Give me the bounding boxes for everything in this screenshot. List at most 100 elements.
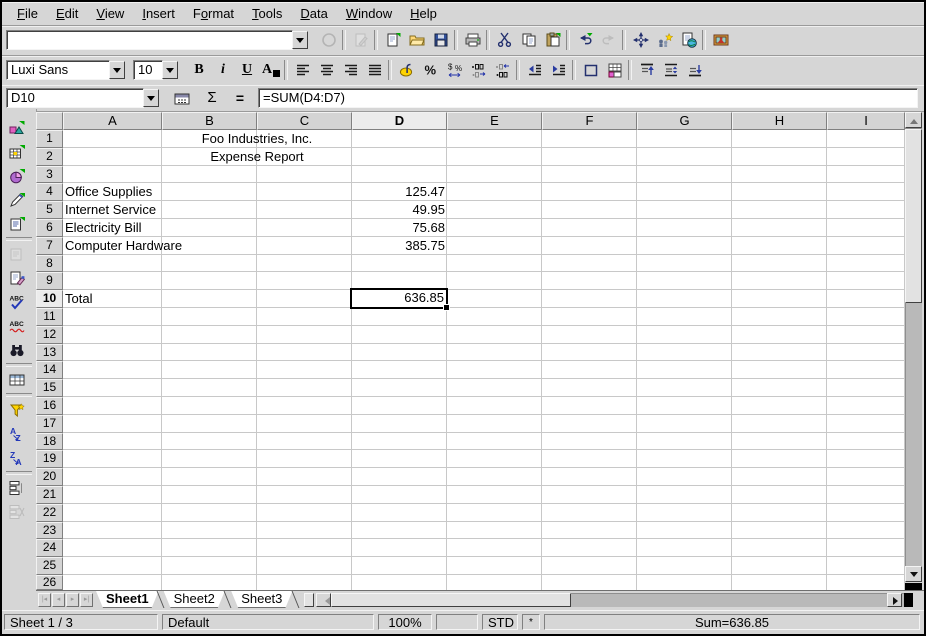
horizontal-split-handle[interactable] xyxy=(904,593,913,607)
column-header-G[interactable]: G xyxy=(637,112,732,130)
menu-edit[interactable]: Edit xyxy=(47,2,87,25)
row-header-13[interactable]: 13 xyxy=(36,344,63,362)
insert-icon[interactable] xyxy=(6,117,28,139)
align-justify-icon[interactable] xyxy=(364,59,386,81)
column-header-E[interactable]: E xyxy=(447,112,542,130)
insert-chart-icon[interactable] xyxy=(6,165,28,187)
row-header-3[interactable]: 3 xyxy=(36,166,63,184)
font-name-dropdown-button[interactable] xyxy=(109,61,125,79)
paste-icon[interactable] xyxy=(542,29,564,51)
group-icon[interactable] xyxy=(6,477,28,499)
row-header-9[interactable]: 9 xyxy=(36,272,63,290)
row-header-14[interactable]: 14 xyxy=(36,361,63,379)
scroll-down-button[interactable] xyxy=(905,566,922,582)
row-header-4[interactable]: 4 xyxy=(36,183,63,201)
url-dropdown-button[interactable] xyxy=(292,31,308,49)
menu-file[interactable]: File xyxy=(8,2,47,25)
column-header-H[interactable]: H xyxy=(732,112,827,130)
currency-icon[interactable] xyxy=(396,59,418,81)
equals-icon[interactable]: = xyxy=(228,88,252,108)
align-left-icon[interactable] xyxy=(292,59,314,81)
prev-sheet-button[interactable]: ◂ xyxy=(52,593,65,607)
select-all-corner[interactable] xyxy=(36,112,63,130)
menu-tools[interactable]: Tools xyxy=(243,2,291,25)
row-header-5[interactable]: 5 xyxy=(36,201,63,219)
sheet-tab-sheet3[interactable]: Sheet3 xyxy=(231,591,292,608)
row-header-1[interactable]: 1 xyxy=(36,130,63,148)
align-bottom-icon[interactable] xyxy=(684,59,706,81)
align-top-icon[interactable] xyxy=(636,59,658,81)
sum-panel[interactable]: Sum=636.85 xyxy=(544,614,920,630)
row-header-6[interactable]: 6 xyxy=(36,219,63,237)
percent-icon[interactable]: % xyxy=(420,59,442,81)
column-header-I[interactable]: I xyxy=(827,112,905,130)
autofilter-icon[interactable] xyxy=(6,399,28,421)
row-header-10[interactable]: 10 xyxy=(36,290,63,308)
menu-data[interactable]: Data xyxy=(291,2,336,25)
sort-ascending-icon[interactable]: AZ xyxy=(6,423,28,445)
formula-input[interactable] xyxy=(258,88,918,108)
font-size-dropdown-button[interactable] xyxy=(162,61,178,79)
borders-icon[interactable] xyxy=(580,59,602,81)
background-color-icon[interactable] xyxy=(604,59,626,81)
column-header-F[interactable]: F xyxy=(542,112,637,130)
save-icon[interactable] xyxy=(430,29,452,51)
undo-icon[interactable] xyxy=(574,29,596,51)
cell-B1[interactable]: Foo Industries, Inc. xyxy=(162,130,352,147)
sort-descending-icon[interactable]: ZA xyxy=(6,447,28,469)
delete-decimal-icon[interactable] xyxy=(492,59,514,81)
column-header-A[interactable]: A xyxy=(63,112,162,130)
row-header-17[interactable]: 17 xyxy=(36,415,63,433)
spellcheck-icon[interactable]: ABC xyxy=(6,291,28,313)
fill-handle[interactable] xyxy=(443,304,450,311)
standard-format-icon[interactable]: $% xyxy=(444,59,466,81)
increase-indent-icon[interactable] xyxy=(548,59,570,81)
cell-D5[interactable]: 49.95 xyxy=(352,201,447,218)
row-header-24[interactable]: 24 xyxy=(36,539,63,557)
row-header-2[interactable]: 2 xyxy=(36,148,63,166)
add-decimal-icon[interactable] xyxy=(468,59,490,81)
underline-button[interactable]: U xyxy=(236,59,258,81)
draw-functions-icon[interactable] xyxy=(6,189,28,211)
copy-icon[interactable] xyxy=(518,29,540,51)
row-header-18[interactable]: 18 xyxy=(36,433,63,451)
autoformat-icon[interactable] xyxy=(6,267,28,289)
insert-form-icon[interactable] xyxy=(6,213,28,235)
align-right-icon[interactable] xyxy=(340,59,362,81)
page-style-panel[interactable]: Default xyxy=(162,614,374,630)
next-sheet-button[interactable]: ▸ xyxy=(66,593,79,607)
cell-D4[interactable]: 125.47 xyxy=(352,183,447,200)
insert-mode-panel[interactable] xyxy=(436,614,478,630)
row-header-15[interactable]: 15 xyxy=(36,379,63,397)
cell-A6[interactable]: Electricity Bill xyxy=(63,219,307,236)
last-sheet-button[interactable]: ▸| xyxy=(80,593,93,607)
row-header-21[interactable]: 21 xyxy=(36,486,63,504)
open-icon[interactable] xyxy=(406,29,428,51)
decrease-indent-icon[interactable] xyxy=(524,59,546,81)
bold-button[interactable]: B xyxy=(188,59,210,81)
column-header-B[interactable]: B xyxy=(162,112,257,130)
datasources-icon[interactable] xyxy=(6,369,28,391)
hscroll-thumb[interactable] xyxy=(331,593,571,607)
row-header-26[interactable]: 26 xyxy=(36,575,63,590)
navigator-icon[interactable] xyxy=(630,29,652,51)
scroll-up-button[interactable] xyxy=(905,112,922,128)
name-box[interactable] xyxy=(6,88,144,108)
column-header-C[interactable]: C xyxy=(257,112,352,130)
row-header-12[interactable]: 12 xyxy=(36,326,63,344)
row-header-25[interactable]: 25 xyxy=(36,557,63,575)
font-color-button[interactable]: A xyxy=(260,59,282,81)
selected-cell-D10[interactable]: 636.85 xyxy=(350,288,448,309)
cell-B2[interactable]: Expense Report xyxy=(162,148,352,165)
first-sheet-button[interactable]: |◂ xyxy=(38,593,51,607)
row-header-22[interactable]: 22 xyxy=(36,504,63,522)
find-replace-icon[interactable] xyxy=(6,339,28,361)
url-combobox[interactable] xyxy=(6,30,293,50)
row-header-20[interactable]: 20 xyxy=(36,468,63,486)
cut-icon[interactable] xyxy=(494,29,516,51)
font-size-combobox[interactable] xyxy=(133,60,163,80)
tab-splitter[interactable] xyxy=(304,593,314,607)
row-header-19[interactable]: 19 xyxy=(36,450,63,468)
cell-A4[interactable]: Office Supplies xyxy=(63,183,307,200)
cell-A5[interactable]: Internet Service xyxy=(63,201,307,218)
